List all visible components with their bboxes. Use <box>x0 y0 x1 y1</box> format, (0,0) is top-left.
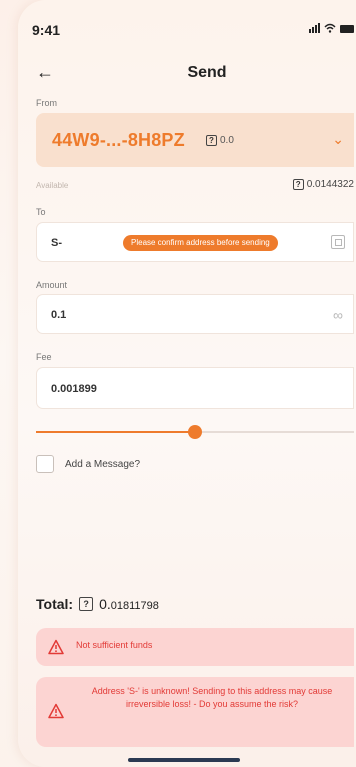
to-address-input[interactable]: S- Please confirm address before sending <box>36 222 354 262</box>
add-message-label: Add a Message? <box>65 459 141 470</box>
qr-scan-icon[interactable] <box>331 235 345 249</box>
warning-triangle-icon <box>48 703 64 719</box>
available-balance: ? 0.0144322 <box>292 179 354 190</box>
status-icons <box>309 23 354 33</box>
amount-label: Amount <box>36 280 68 290</box>
amount-value: 0.1 <box>51 309 67 321</box>
insufficient-funds-alert: Not sufficient funds <box>36 628 354 666</box>
available-value: 0.0144322 <box>306 179 354 190</box>
available-label: Available <box>36 181 69 190</box>
unknown-address-alert: Address 'S-' is unknown! Sending to this… <box>36 677 354 747</box>
amount-input[interactable]: 0.1 ∞ <box>36 294 354 334</box>
from-address: 44W9-...-8H8PZ <box>52 130 185 150</box>
fee-input[interactable]: 0.001899 <box>36 367 354 409</box>
from-label: From <box>36 98 57 108</box>
fee-value: 0.001899 <box>51 383 97 395</box>
signal-icon <box>309 23 320 33</box>
total-value-main: 0. <box>99 596 111 612</box>
fee-label: Fee <box>36 352 52 362</box>
total-label: Total: <box>36 596 74 612</box>
warning-triangle-icon <box>48 639 64 655</box>
from-balance: ? 0.0 <box>206 135 234 146</box>
from-account-select[interactable]: 44W9-...-8H8PZ ? 0.0 ⌄ <box>36 113 354 167</box>
to-label: To <box>36 207 46 217</box>
alert-text: Not sufficient funds <box>76 640 153 650</box>
add-message-checkbox[interactable] <box>36 455 54 473</box>
chevron-down-icon: ⌄ <box>332 131 344 147</box>
battery-icon <box>340 25 354 33</box>
token-icon: ? <box>79 597 94 611</box>
home-indicator <box>128 758 240 762</box>
status-time: 9:41 <box>32 22 61 38</box>
page-title: Send <box>187 64 227 81</box>
fee-slider[interactable] <box>36 425 354 439</box>
total-row: Total: ? 0.01811798 <box>36 596 159 612</box>
confirm-address-badge: Please confirm address before sending <box>123 235 278 251</box>
fee-slider-fill <box>36 431 195 433</box>
alert-text: Address 'S-' is unknown! Sending to this… <box>91 686 333 709</box>
wifi-icon <box>324 23 336 33</box>
header: ← Send <box>18 62 356 86</box>
total-value: 0.01811798 <box>99 596 159 612</box>
to-address-value: S- <box>51 237 62 249</box>
token-icon: ? <box>292 179 304 190</box>
from-balance-value: 0.0 <box>220 135 234 146</box>
max-amount-icon[interactable]: ∞ <box>333 307 343 323</box>
token-icon: ? <box>206 135 217 146</box>
fee-slider-thumb[interactable] <box>188 425 202 439</box>
total-value-decimals: 01811798 <box>110 600 159 612</box>
status-bar: 9:41 <box>32 22 356 42</box>
